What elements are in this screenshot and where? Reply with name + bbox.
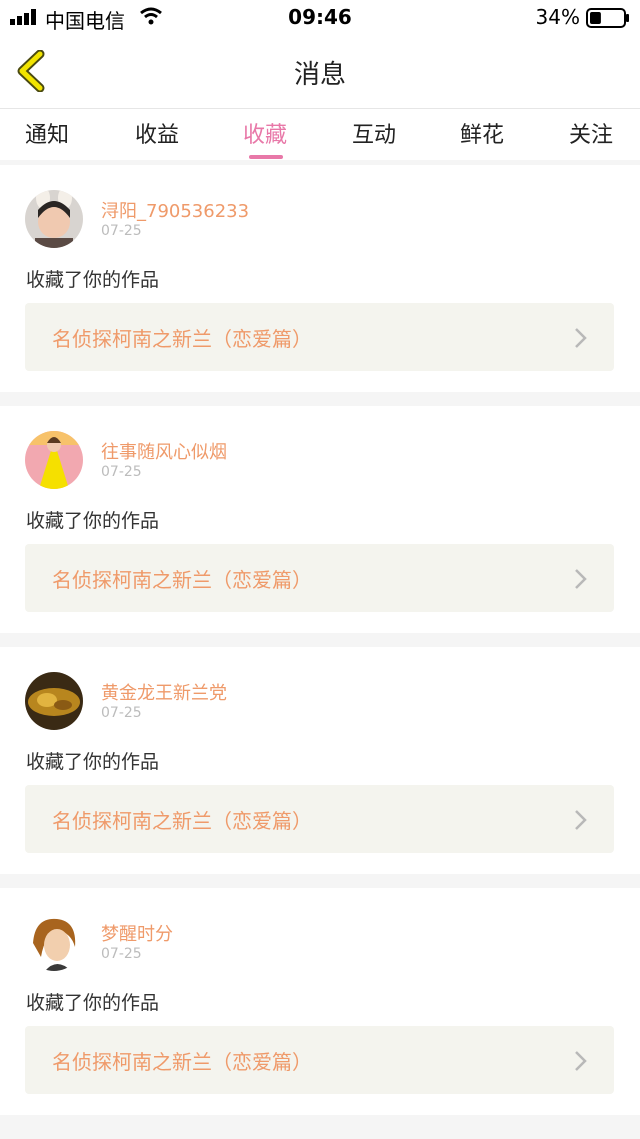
action-text: 收藏了你的作品 [26,510,160,532]
message-card: 往事随风心似烟 07-25 收藏了你的作品 名侦探柯南之新兰（恋爱篇） [0,406,640,633]
work-link[interactable]: 名侦探柯南之新兰（恋爱篇） [25,544,614,612]
tab-label: 收藏 [242,123,287,148]
tab-favorites[interactable]: 收藏 [211,117,319,159]
tab-flowers[interactable]: 鲜花 [428,117,536,149]
message-date: 07-25 [101,464,142,480]
work-link[interactable]: 名侦探柯南之新兰（恋爱篇） [25,303,614,371]
user-name[interactable]: 黄金龙王新兰党 [101,679,227,705]
tab-label: 鲜花 [459,123,504,148]
status-bar: 中国电信 09:46 34% [0,0,640,34]
avatar[interactable] [25,672,83,730]
navigation-bar: 消息 [0,34,640,109]
tab-label: 通知 [24,123,69,148]
action-text: 收藏了你的作品 [26,751,160,773]
page-title: 消息 [293,60,346,90]
tab-notifications[interactable]: 通知 [0,117,101,149]
message-card: 浔阳_790536233 07-25 收藏了你的作品 名侦探柯南之新兰（恋爱篇） [0,165,640,392]
work-title: 名侦探柯南之新兰（恋爱篇） [52,1050,312,1074]
active-tab-indicator [249,155,283,159]
avatar[interactable] [25,913,83,971]
message-date: 07-25 [101,946,142,962]
message-date: 07-25 [101,705,142,721]
work-title: 名侦探柯南之新兰（恋爱篇） [52,568,312,592]
tab-label: 收益 [134,123,179,148]
battery-percent: 34% [535,5,580,29]
tab-label: 关注 [568,123,613,148]
chevron-right-icon [575,569,587,589]
message-card: 梦醒时分 07-25 收藏了你的作品 名侦探柯南之新兰（恋爱篇） [0,888,640,1115]
work-link[interactable]: 名侦探柯南之新兰（恋爱篇） [25,1026,614,1094]
battery-icon [586,8,629,28]
avatar[interactable] [25,190,83,248]
user-name[interactable]: 梦醒时分 [101,920,173,946]
avatar[interactable] [25,431,83,489]
chevron-right-icon [575,1051,587,1071]
action-text: 收藏了你的作品 [26,269,160,291]
user-name[interactable]: 浔阳_790536233 [101,197,249,223]
user-name[interactable]: 往事随风心似烟 [101,438,227,464]
chevron-right-icon [575,810,587,830]
action-text: 收藏了你的作品 [26,992,160,1014]
chevron-right-icon [575,328,587,348]
work-title: 名侦探柯南之新兰（恋爱篇） [52,809,312,833]
work-title: 名侦探柯南之新兰（恋爱篇） [52,327,312,351]
tab-following[interactable]: 关注 [537,117,640,149]
message-date: 07-25 [101,223,142,239]
message-card: 黄金龙王新兰党 07-25 收藏了你的作品 名侦探柯南之新兰（恋爱篇） [0,647,640,874]
tab-earnings[interactable]: 收益 [103,117,211,149]
tab-label: 互动 [351,123,396,148]
tab-bar: 通知 收益 收藏 互动 鲜花 关注 [0,109,640,160]
tab-interactions[interactable]: 互动 [320,117,428,149]
work-link[interactable]: 名侦探柯南之新兰（恋爱篇） [25,785,614,853]
